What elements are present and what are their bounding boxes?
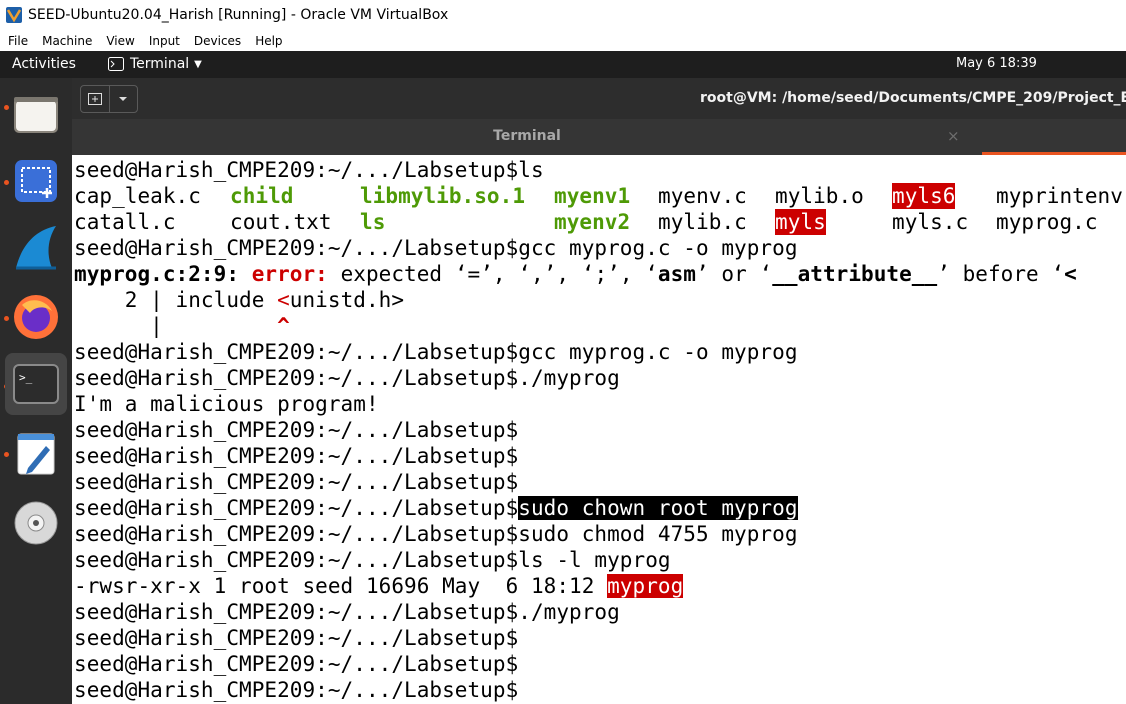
- screenshot-icon: [15, 160, 57, 202]
- terminal-line: seed@Harish_CMPE209:~/.../Labsetup$: [74, 626, 519, 650]
- virtualbox-icon: [5, 6, 23, 24]
- ls-output-row: cap_leak.c child libmylib.so.1 myenv1 myenv.…: [74, 183, 1123, 209]
- terminal-line: seed@Harish_CMPE209:~/.../Labsetup$./myp…: [74, 600, 620, 624]
- host-window-titlebar: SEED-Ubuntu20.04_Harish [Running] - Orac…: [0, 0, 1126, 30]
- terminal-line: seed@Harish_CMPE209:~/.../Labsetup$: [74, 418, 519, 442]
- terminal-line-selected: seed@Harish_CMPE209:~/.../Labsetup$sudo …: [74, 496, 798, 520]
- dock-firefox[interactable]: [5, 286, 67, 348]
- dock-terminal[interactable]: >_: [5, 353, 67, 415]
- ls-long-output: -rwsr-xr-x 1 root seed 16696 May 6 18:12…: [74, 574, 684, 598]
- gnome-top-bar: Activities Terminal ▼ May 6 18:39: [0, 51, 1126, 78]
- dock: >_: [0, 78, 72, 704]
- compiler-caret-line: | ^: [74, 314, 290, 338]
- host-window-title: SEED-Ubuntu20.04_Harish [Running] - Orac…: [28, 7, 449, 23]
- terminal-icon: >_: [13, 364, 59, 404]
- dock-dvd[interactable]: [5, 492, 67, 554]
- terminal-window-title: root@VM: /home/seed/Documents/CMPE_209/P…: [700, 90, 1126, 106]
- clock[interactable]: May 6 18:39: [956, 56, 1037, 71]
- folder-icon: [14, 97, 58, 133]
- menu-devices[interactable]: Devices: [194, 34, 241, 48]
- menu-machine[interactable]: Machine: [42, 34, 92, 48]
- terminal-line: seed@Harish_CMPE209:~/.../Labsetup$gcc m…: [74, 236, 798, 260]
- compiler-source-line: 2 | include <unistd.h>: [74, 288, 405, 312]
- menu-input[interactable]: Input: [149, 34, 180, 48]
- terminal-line: seed@Harish_CMPE209:~/.../Labsetup$./myp…: [74, 366, 620, 390]
- tab-terminal[interactable]: Terminal: [72, 128, 982, 144]
- caret-down-icon: ▼: [194, 58, 202, 70]
- chevron-down-icon[interactable]: [110, 86, 138, 112]
- program-output-line: I'm a malicious program!: [74, 392, 379, 416]
- new-tab-split-button[interactable]: [80, 85, 138, 113]
- terminal-line: seed@Harish_CMPE209:~/.../Labsetup$gcc m…: [74, 340, 798, 364]
- disc-icon: [14, 501, 58, 545]
- app-menu-label: Terminal: [130, 56, 190, 72]
- svg-text:>_: >_: [19, 371, 33, 384]
- terminal-line: seed@Harish_CMPE209:~/.../Labsetup$sudo …: [74, 522, 798, 546]
- terminal-tabbar: Terminal ×: [72, 119, 1126, 155]
- terminal-line: seed@Harish_CMPE209:~/.../Labsetup$: [74, 652, 519, 676]
- ls-output-row: catall.c cout.txt ls myenv2 mylib.c myls myls.…: [74, 209, 1098, 235]
- menu-help[interactable]: Help: [255, 34, 282, 48]
- host-menubar: File Machine View Input Devices Help: [0, 30, 1126, 51]
- terminal-headerbar: root@VM: /home/seed/Documents/CMPE_209/P…: [72, 78, 1126, 119]
- terminal-small-icon: [108, 57, 124, 71]
- selected-text: sudo chown root myprog: [518, 496, 798, 520]
- terminal-line-current[interactable]: seed@Harish_CMPE209:~/.../Labsetup$: [74, 677, 518, 703]
- wireshark-icon: [16, 226, 56, 270]
- menu-file[interactable]: File: [8, 34, 28, 48]
- compiler-error-line: myprog.c:2:9: error: expected ‘=’, ‘,’, …: [74, 262, 1077, 286]
- terminal-line: seed@Harish_CMPE209:~/.../Labsetup$: [74, 444, 519, 468]
- text-editor-icon: [17, 433, 55, 475]
- firefox-icon: [14, 295, 58, 339]
- activities-button[interactable]: Activities: [12, 56, 76, 72]
- close-icon[interactable]: ×: [947, 127, 960, 145]
- dock-screenshot[interactable]: [5, 150, 67, 212]
- new-tab-icon[interactable]: [81, 86, 110, 112]
- app-menu[interactable]: Terminal ▼: [108, 56, 202, 72]
- terminal-line: seed@Harish_CMPE209:~/.../Labsetup$: [74, 470, 519, 494]
- dock-wireshark[interactable]: [5, 218, 67, 280]
- terminal-output[interactable]: seed@Harish_CMPE209:~/.../Labsetup$ls ca…: [72, 155, 1126, 704]
- dock-text-editor[interactable]: [5, 423, 67, 485]
- menu-view[interactable]: View: [106, 34, 134, 48]
- terminal-line: seed@Harish_CMPE209:~/.../Labsetup$ls: [74, 158, 544, 182]
- terminal-line: seed@Harish_CMPE209:~/.../Labsetup$ls -l…: [74, 548, 671, 572]
- dock-files[interactable]: [5, 83, 67, 145]
